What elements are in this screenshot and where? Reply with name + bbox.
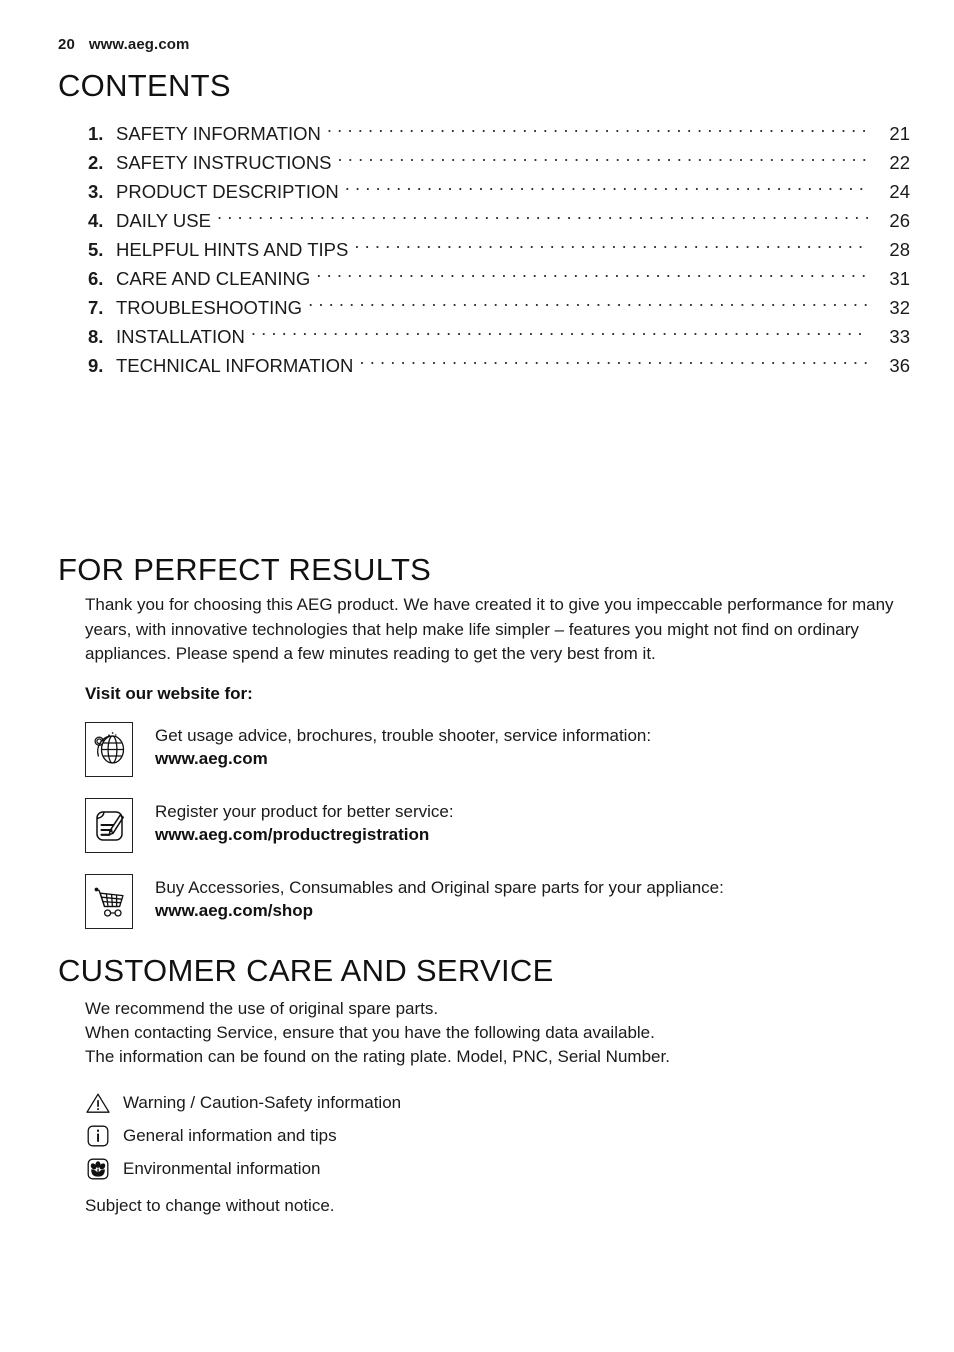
document-pencil-icon	[85, 798, 133, 853]
toc-entry-leader	[217, 209, 868, 228]
running-header: 20 www.aeg.com	[58, 36, 189, 53]
toc-entry-title: PRODUCT DESCRIPTION	[116, 181, 339, 202]
toc-entry[interactable]: 5. HELPFUL HINTS AND TIPS 28	[88, 235, 910, 264]
toc-entry[interactable]: 9. TECHNICAL INFORMATION 36	[88, 351, 910, 380]
toc-entry[interactable]: 4. DAILY USE 26	[88, 206, 910, 235]
toc-entry-title: HELPFUL HINTS AND TIPS	[116, 239, 349, 260]
website-row-text: Get usage advice, brochures, trouble sho…	[155, 722, 651, 770]
header-website: www.aeg.com	[88, 36, 190, 53]
toc-entry-title: TECHNICAL INFORMATION	[116, 355, 354, 376]
toc-entry-leader	[354, 238, 868, 257]
toc-entry[interactable]: 7. TROUBLESHOOTING 32	[88, 293, 910, 322]
legend-label: Warning / Caution-Safety information	[123, 1092, 402, 1112]
environment-flower-icon	[84, 1156, 112, 1182]
toc-entry[interactable]: 3. PRODUCT DESCRIPTION 24	[88, 177, 910, 206]
toc-entry-number: 1.	[88, 123, 104, 144]
document-page: 20 www.aeg.com CONTENTS 1. SAFETY INFORMA…	[0, 0, 954, 1352]
visit-website-label: Visit our website for:	[85, 684, 253, 703]
toc-entry-page: 24	[889, 181, 910, 202]
toc-entry[interactable]: 2. SAFETY INSTRUCTIONS 22	[88, 148, 910, 177]
toc-entry-number: 4.	[88, 210, 104, 231]
toc-entry-number: 3.	[88, 181, 104, 202]
website-row-description: Buy Accessories, Consumables and Origina…	[155, 878, 724, 897]
toc-entry-leader	[251, 325, 868, 344]
website-row-url[interactable]: www.aeg.com	[155, 747, 651, 770]
toc-entry-page: 28	[889, 239, 910, 260]
page-number: 20	[58, 36, 75, 53]
toc-entry-number: 5.	[88, 239, 104, 260]
toc-entry[interactable]: 8. INSTALLATION 33	[88, 322, 910, 351]
legend-label: Environmental information	[123, 1158, 321, 1178]
subject-to-change-notice: Subject to change without notice.	[85, 1196, 335, 1215]
website-row-usage-advice: Get usage advice, brochures, trouble sho…	[85, 722, 651, 777]
toc-entry-number: 8.	[88, 326, 104, 347]
website-row-text: Buy Accessories, Consumables and Origina…	[155, 874, 724, 922]
toc-entry-number: 2.	[88, 152, 104, 173]
toc-entry-page: 33	[889, 326, 910, 347]
toc-entry-title: TROUBLESHOOTING	[116, 297, 303, 318]
toc-entry-leader	[345, 180, 868, 199]
website-row-description: Get usage advice, brochures, trouble sho…	[155, 726, 652, 745]
website-row-description: Register your product for better service…	[155, 802, 454, 821]
legend-label: General information and tips	[123, 1125, 337, 1145]
shopping-cart-icon	[85, 874, 133, 929]
toc-entry-leader	[338, 151, 868, 170]
customer-care-line: We recommend the use of original spare p…	[85, 999, 439, 1018]
toc-entry-leader	[316, 267, 868, 286]
toc-entry-title: SAFETY INFORMATION	[116, 123, 321, 144]
toc-entry-title: DAILY USE	[116, 210, 211, 231]
toc-entry-title: SAFETY INSTRUCTIONS	[116, 152, 332, 173]
toc-entry-page: 31	[889, 268, 910, 289]
globe-at-icon	[85, 722, 133, 777]
symbol-legend: Warning / Caution-Safety information Gen…	[84, 1086, 401, 1185]
website-row-text: Register your product for better service…	[155, 798, 454, 846]
legend-row-environment: Environmental information	[84, 1152, 401, 1185]
website-row-shop: Buy Accessories, Consumables and Origina…	[85, 874, 724, 929]
toc-entry-page: 21	[889, 123, 910, 144]
customer-care-heading: CUSTOMER CARE AND SERVICE	[58, 953, 554, 988]
table-of-contents: 1. SAFETY INFORMATION 21 2. SAFETY INSTRUCTI…	[88, 119, 910, 380]
toc-entry-leader	[327, 122, 868, 141]
legend-row-warning: Warning / Caution-Safety information	[84, 1086, 401, 1119]
toc-entry-page: 22	[889, 152, 910, 173]
website-row-url[interactable]: www.aeg.com/shop	[155, 899, 724, 922]
toc-entry-number: 9.	[88, 355, 104, 376]
toc-entry-page: 36	[889, 355, 910, 376]
toc-entry-leader	[308, 296, 868, 315]
contents-heading: CONTENTS	[58, 68, 231, 103]
legend-row-info: General information and tips	[84, 1119, 401, 1152]
toc-entry-title: CARE AND CLEANING	[116, 268, 311, 289]
customer-care-line: When contacting Service, ensure that you…	[85, 1023, 655, 1042]
toc-entry-leader	[359, 354, 868, 373]
for-perfect-results-heading: FOR PERFECT RESULTS	[58, 552, 432, 587]
toc-entry-page: 26	[889, 210, 910, 231]
toc-entry-title: INSTALLATION	[116, 326, 245, 347]
website-row-url[interactable]: www.aeg.com/productregistration	[155, 823, 454, 846]
toc-entry-number: 7.	[88, 297, 104, 318]
toc-entry-page: 32	[889, 297, 910, 318]
website-row-product-registration: Register your product for better service…	[85, 798, 454, 853]
toc-entry[interactable]: 1. SAFETY INFORMATION 21	[88, 119, 910, 148]
customer-care-line: The information can be found on the rati…	[85, 1047, 670, 1066]
toc-entry[interactable]: 6. CARE AND CLEANING 31	[88, 264, 910, 293]
info-icon	[84, 1123, 112, 1149]
customer-care-paragraph: We recommend the use of original spare p…	[85, 997, 915, 1069]
toc-entry-number: 6.	[88, 268, 104, 289]
for-perfect-results-paragraph: Thank you for choosing this AEG product.…	[85, 595, 894, 663]
warning-triangle-icon	[84, 1090, 112, 1116]
